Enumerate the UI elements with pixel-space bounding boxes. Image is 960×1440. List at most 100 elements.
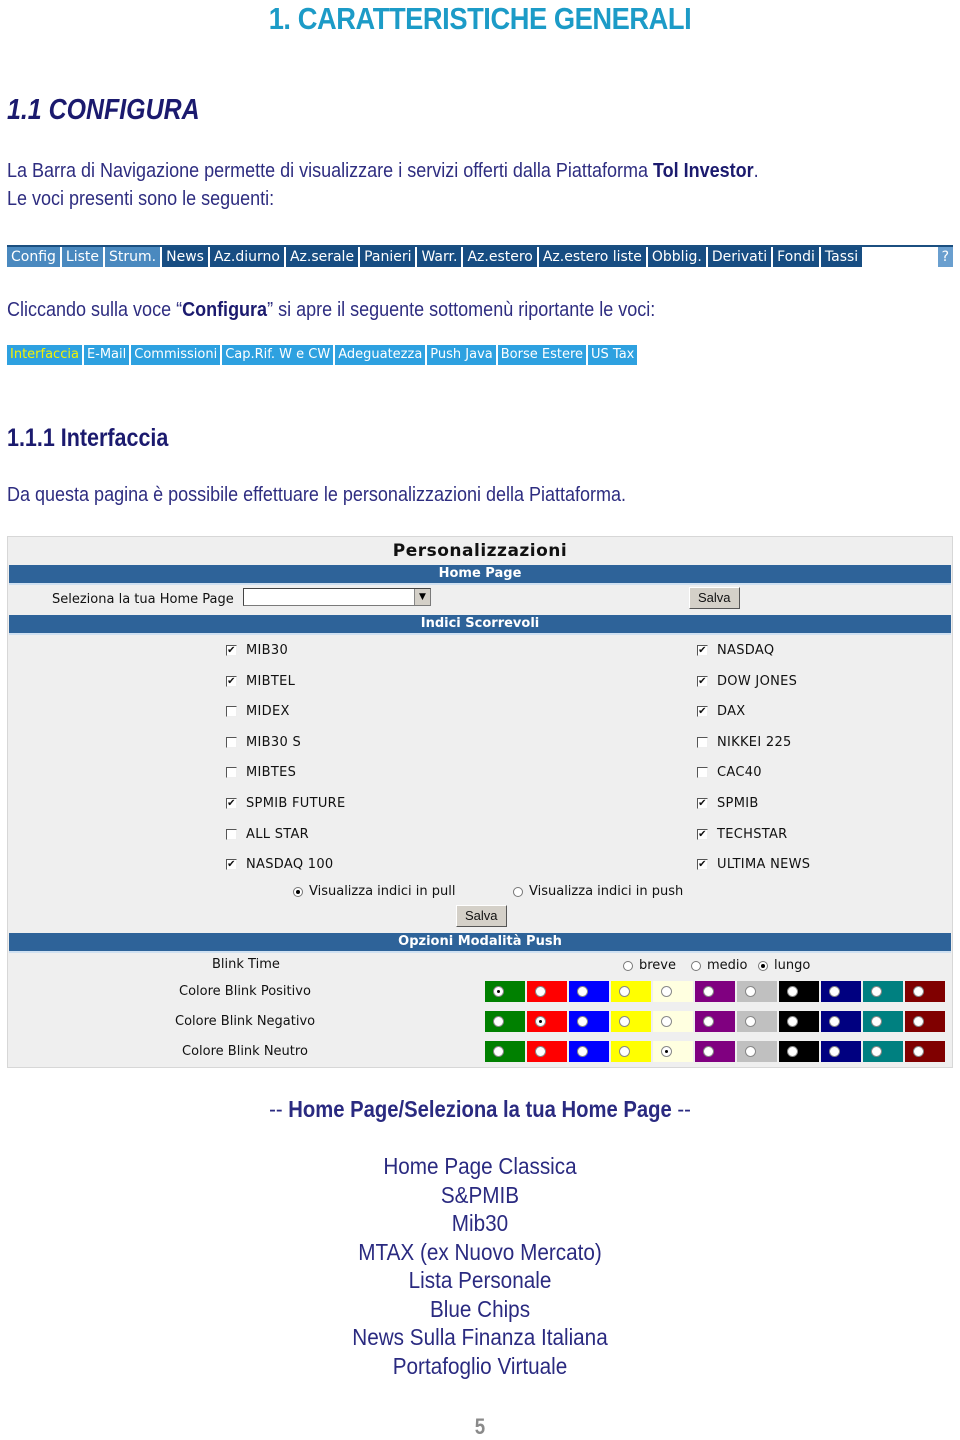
index-checkbox[interactable]: CAC40 [697,765,762,780]
checkbox-icon[interactable] [226,828,237,840]
nav-tab[interactable]: News [162,247,208,267]
radio-icon[interactable] [871,1046,882,1057]
color-swatch[interactable] [695,1011,735,1032]
radio-icon[interactable] [871,986,882,997]
submenu-tab[interactable]: E-Mail [83,345,130,365]
radio-icon[interactable] [535,1016,546,1027]
radio-icon[interactable] [871,1016,882,1027]
checkbox-checked-icon[interactable]: ✔ [226,798,237,809]
mode-pull-radio[interactable]: Visualizza indici in pull [293,884,455,899]
radio-icon[interactable] [829,1046,840,1057]
nav-tab[interactable]: Strum. [105,247,161,267]
blink-time-radio[interactable]: medio [691,958,747,973]
checkbox-checked-icon[interactable]: ✔ [226,645,237,656]
nav-tab[interactable]: Liste [61,247,104,267]
color-swatch[interactable] [653,1011,693,1032]
color-swatch[interactable] [653,981,693,1002]
index-checkbox[interactable]: MIDEX [226,704,290,719]
radio-icon[interactable] [829,1016,840,1027]
index-checkbox[interactable]: MIBTES [226,765,296,780]
checkbox-checked-icon[interactable]: ✔ [697,798,708,809]
checkbox-icon[interactable] [697,767,708,779]
color-swatch[interactable] [569,981,609,1002]
radio-icon[interactable] [623,960,633,971]
radio-icon[interactable] [745,1046,756,1057]
color-swatch[interactable] [905,1011,945,1032]
radio-icon[interactable] [513,886,523,897]
index-checkbox[interactable]: ✔ ULTIMA NEWS [697,857,810,872]
nav-tab[interactable]: Az.estero [463,247,537,267]
index-checkbox[interactable]: ✔ SPMIB FUTURE [226,796,346,811]
color-swatch[interactable] [905,981,945,1002]
color-swatch[interactable] [611,1041,651,1062]
color-swatch[interactable] [485,981,525,1002]
index-checkbox[interactable]: ✔ DAX [697,704,745,719]
submenu-tab[interactable]: Push Java [427,345,496,365]
radio-icon[interactable] [493,986,504,997]
nav-tab[interactable]: Az.serale [285,247,359,267]
color-swatch[interactable] [737,1041,777,1062]
checkbox-icon[interactable] [226,706,237,718]
radio-icon[interactable] [577,986,588,997]
checkbox-checked-icon[interactable]: ✔ [697,706,708,718]
checkbox-checked-icon[interactable]: ✔ [697,645,708,656]
radio-icon[interactable] [703,986,714,997]
color-swatch[interactable] [485,1011,525,1032]
checkbox-checked-icon[interactable]: ✔ [226,859,237,871]
checkbox-checked-icon[interactable]: ✔ [697,675,708,687]
submenu-tab[interactable]: Commissioni [131,345,221,365]
submenu-tab[interactable]: Borse Estere [497,345,587,365]
radio-icon[interactable] [691,960,701,971]
nav-tab[interactable]: Config [7,247,60,267]
radio-icon[interactable] [661,1046,672,1057]
radio-icon[interactable] [619,986,630,997]
index-checkbox[interactable]: ✔ DOW JONES [697,674,797,689]
radio-icon[interactable] [293,886,303,897]
radio-icon[interactable] [745,986,756,997]
index-checkbox[interactable]: ✔ TECHSTAR [697,827,788,842]
index-checkbox[interactable]: ✔ MIBTEL [226,674,295,689]
save-indici-button[interactable]: Salva [456,905,507,927]
radio-icon[interactable] [619,1016,630,1027]
radio-icon[interactable] [661,1016,672,1027]
color-swatch[interactable] [905,1041,945,1062]
radio-icon[interactable] [758,960,768,971]
submenu-tab[interactable]: Cap.Rif. W e CW [222,345,334,365]
radio-icon[interactable] [577,1046,588,1057]
dropdown-arrow-icon[interactable]: ▼ [414,589,430,605]
color-swatch[interactable] [779,1041,819,1062]
color-swatch[interactable] [527,1041,567,1062]
checkbox-checked-icon[interactable]: ✔ [697,828,708,840]
color-swatch[interactable] [737,981,777,1002]
nav-tab[interactable]: Az.diurno [209,247,284,267]
index-checkbox[interactable]: ✔ NASDAQ 100 [226,857,334,872]
color-swatch[interactable] [569,1041,609,1062]
radio-icon[interactable] [577,1016,588,1027]
radio-icon[interactable] [703,1016,714,1027]
index-checkbox[interactable]: ✔ MIB30 [226,643,288,658]
mode-push-radio[interactable]: Visualizza indici in push [513,884,683,899]
index-checkbox[interactable]: ✔ SPMIB [697,796,759,811]
nav-tab[interactable]: Fondi [773,247,819,267]
color-swatch[interactable] [863,1041,903,1062]
color-swatch[interactable] [821,1011,861,1032]
checkbox-icon[interactable] [697,736,708,748]
nav-tab[interactable]: ? [937,247,953,267]
radio-icon[interactable] [913,1046,924,1057]
radio-icon[interactable] [661,986,672,997]
nav-tab[interactable]: Tassi [820,247,863,267]
color-swatch[interactable] [611,981,651,1002]
radio-icon[interactable] [703,1046,714,1057]
index-checkbox[interactable]: ALL STAR [226,827,309,842]
submenu-tab[interactable]: Adeguatezza [335,345,426,365]
index-checkbox[interactable]: MIB30 S [226,735,301,750]
radio-icon[interactable] [493,1016,504,1027]
radio-icon[interactable] [745,1016,756,1027]
color-swatch[interactable] [737,1011,777,1032]
nav-tab[interactable]: Az.estero liste [538,247,646,267]
nav-tab[interactable]: Obblig. [647,247,706,267]
color-swatch[interactable] [527,1011,567,1032]
color-swatch[interactable] [485,1041,525,1062]
radio-icon[interactable] [787,1016,798,1027]
color-swatch[interactable] [527,981,567,1002]
